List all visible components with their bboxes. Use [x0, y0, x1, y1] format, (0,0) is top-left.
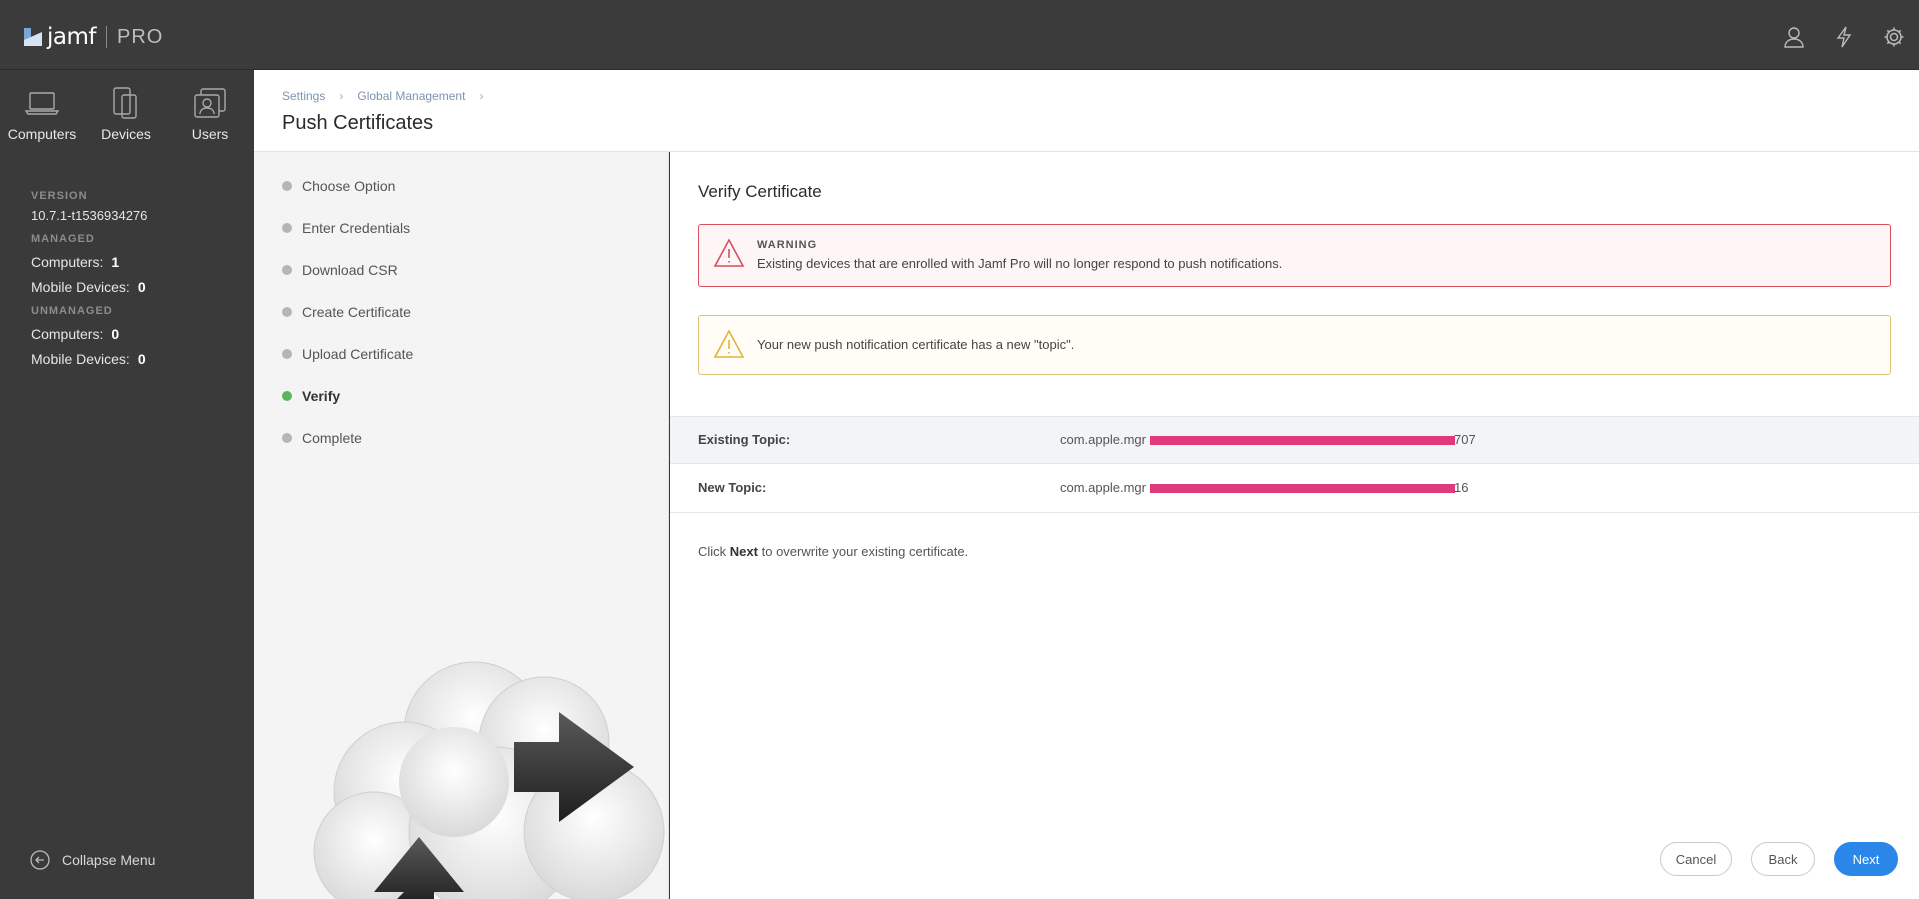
arrow-left-circle-icon — [30, 850, 50, 870]
cancel-button[interactable]: Cancel — [1660, 842, 1732, 876]
gear-icon — [1884, 27, 1904, 47]
page-header: Settings › Global Management › Push Cert… — [254, 70, 1919, 152]
warning-text: Existing devices that are enrolled with … — [757, 256, 1283, 271]
nav-devices[interactable]: Devices — [84, 82, 168, 142]
nav-users[interactable]: Users — [168, 82, 252, 142]
managed-heading: MANAGED — [31, 233, 95, 245]
redaction-bar — [1150, 436, 1455, 445]
warning-alert: WARNING Existing devices that are enroll… — [698, 224, 1891, 287]
nav-computers-label: Computers — [7, 126, 77, 142]
verify-certificate-panel: Verify Certificate WARNING Existing devi… — [670, 152, 1919, 899]
jamf-pro-logo[interactable]: jamf PRO — [24, 24, 163, 50]
user-account-button[interactable] — [1769, 22, 1819, 52]
unmanaged-computers-stat: Computers: 0 — [31, 326, 120, 342]
managed-mobile-stat: Mobile Devices: 0 — [31, 279, 146, 295]
jamf-logo-mark-icon — [24, 28, 42, 46]
next-button[interactable]: Next — [1834, 842, 1898, 876]
warning-triangle-icon — [713, 238, 745, 267]
existing-topic-row: Existing Topic: com.apple.mgr 707 — [670, 416, 1919, 464]
step-dot — [282, 349, 292, 359]
nav-devices-label: Devices — [101, 126, 151, 142]
caution-triangle-icon — [713, 329, 745, 358]
sidebar: Computers Devices Users VERSION 10.7.1-t… — [0, 70, 254, 899]
cloud-upload-illustration — [313, 661, 665, 899]
step-complete: Complete — [282, 430, 362, 446]
primary-nav: Computers Devices Users — [0, 70, 254, 142]
version-heading: VERSION — [31, 190, 88, 202]
unmanaged-heading: UNMANAGED — [31, 305, 113, 317]
collapse-menu-label: Collapse Menu — [62, 852, 156, 868]
step-download-csr: Download CSR — [282, 262, 398, 278]
user-icon — [1784, 27, 1804, 48]
breadcrumb-settings[interactable]: Settings — [282, 89, 325, 103]
product-name: PRO — [117, 25, 164, 48]
new-topic-label: New Topic: — [698, 480, 767, 495]
step-create-certificate: Create Certificate — [282, 304, 411, 320]
step-dot-active — [282, 391, 292, 401]
brand-name: jamf — [47, 24, 97, 50]
section-title: Verify Certificate — [698, 182, 822, 201]
logo-divider — [106, 26, 107, 48]
breadcrumb: Settings › Global Management › — [282, 89, 497, 103]
unmanaged-mobile-stat: Mobile Devices: 0 — [31, 351, 146, 367]
existing-topic-label: Existing Topic: — [698, 432, 791, 447]
lightning-icon — [1836, 26, 1852, 48]
step-dot — [282, 265, 292, 275]
step-choose-option: Choose Option — [282, 178, 395, 194]
collapse-menu-button[interactable]: Collapse Menu — [30, 850, 155, 870]
step-verify: Verify — [282, 388, 340, 404]
version-value: 10.7.1-t1536934276 — [31, 208, 148, 223]
step-dot — [282, 223, 292, 233]
mobile-device-icon — [113, 87, 137, 119]
top-bar: jamf PRO — [0, 0, 1919, 70]
step-dot — [282, 307, 292, 317]
warning-title: WARNING — [757, 239, 818, 251]
settings-button[interactable] — [1869, 22, 1919, 52]
new-topic-row: New Topic: com.apple.mgr 16 — [670, 465, 1919, 513]
nav-computers[interactable]: Computers — [0, 82, 84, 142]
breadcrumb-global-management[interactable]: Global Management — [357, 89, 465, 103]
users-icon — [194, 88, 226, 118]
laptop-icon — [25, 92, 59, 115]
page-title: Push Certificates — [282, 112, 434, 134]
topic-notice-alert: Your new push notification certificate h… — [698, 315, 1891, 375]
wizard-steps: Choose Option Enter Credentials Download… — [254, 152, 669, 899]
breadcrumb-separator: › — [339, 89, 344, 103]
step-upload-certificate: Upload Certificate — [282, 346, 413, 362]
topic-notice-text: Your new push notification certificate h… — [757, 337, 1075, 352]
back-button[interactable]: Back — [1751, 842, 1815, 876]
breadcrumb-separator: › — [479, 89, 484, 103]
step-dot — [282, 433, 292, 443]
instruction-note: Click Next to overwrite your existing ce… — [698, 544, 969, 559]
server-stats: VERSION 10.7.1-t1536934276 MANAGED Compu… — [31, 180, 147, 367]
nav-users-label: Users — [191, 126, 229, 142]
step-dot — [282, 181, 292, 191]
notifications-button[interactable] — [1819, 22, 1869, 52]
step-enter-credentials: Enter Credentials — [282, 220, 410, 236]
managed-computers-stat: Computers: 1 — [31, 254, 120, 270]
redaction-bar — [1150, 484, 1455, 493]
